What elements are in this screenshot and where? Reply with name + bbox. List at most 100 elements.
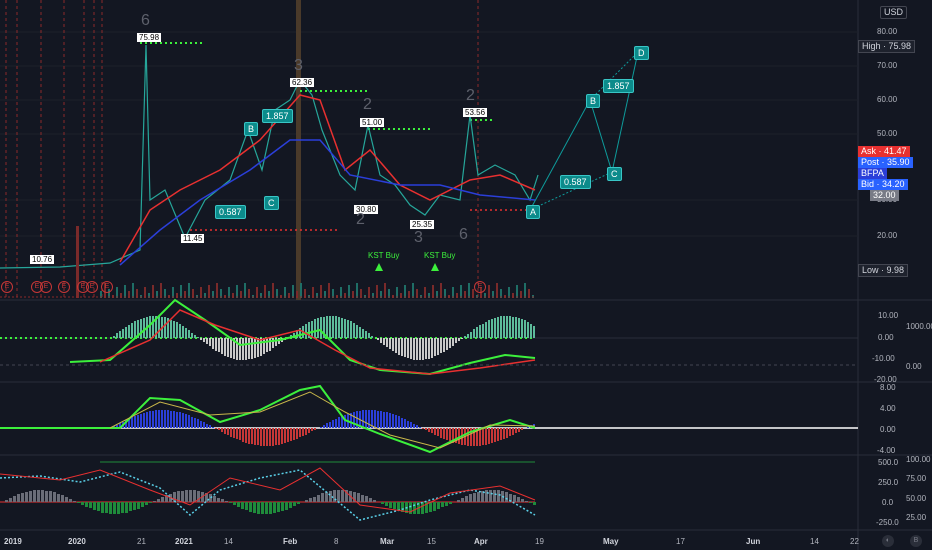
osc2-histogram-bar <box>299 428 301 437</box>
volume-bar <box>524 283 526 298</box>
volume-bar <box>312 287 314 298</box>
volume-bar <box>228 287 230 298</box>
pattern-ratio[interactable]: 1.857 <box>262 109 293 123</box>
osc1-histogram-bar <box>317 318 319 338</box>
volume-bar <box>180 285 182 298</box>
osc2-histogram-bar <box>230 428 232 437</box>
price-label: 51.00 <box>360 118 385 127</box>
osc3-histogram-bar <box>489 490 492 502</box>
osc3-histogram-bar <box>161 497 164 502</box>
osc1-histogram-bar <box>359 327 361 338</box>
osc1-histogram-bar <box>143 318 145 338</box>
osc2-histogram-bar <box>203 422 205 428</box>
osc1-histogram-bar <box>245 338 247 360</box>
earnings-marker[interactable]: E <box>1 281 13 293</box>
osc1-histogram-bar <box>113 336 115 338</box>
osc1-histogram-bar <box>443 338 445 352</box>
volume-bar <box>116 287 118 298</box>
osc3-histogram-bar <box>381 502 384 504</box>
osc3-histogram-bar <box>393 502 396 509</box>
volume-bar <box>160 283 162 298</box>
osc1-histogram-bar <box>203 338 205 342</box>
osc1-histogram-bar <box>512 317 514 338</box>
osc3-histogram-bar <box>97 502 100 511</box>
osc1-histogram-bar <box>128 325 130 338</box>
osc3-histogram-bar <box>117 502 120 514</box>
osc2-histogram-bar <box>497 428 499 441</box>
osc3-histogram-bar <box>321 493 324 502</box>
earnings-marker[interactable]: E <box>58 281 70 293</box>
osc3-histogram-bar <box>297 502 300 504</box>
osc3-histogram-bar <box>365 496 368 502</box>
osc3-histogram-bar <box>277 502 280 512</box>
osc3-histogram-bar <box>221 499 224 502</box>
osc2-histogram-bar <box>236 428 238 439</box>
volume-bar <box>396 287 398 298</box>
axis-tick: 80.00 <box>877 27 898 36</box>
osc3-histogram-bar <box>57 494 60 502</box>
osc3-histogram-bar <box>469 494 472 502</box>
osc2-histogram-bar <box>518 428 520 432</box>
osc3-histogram-bar <box>473 493 476 502</box>
osc2-histogram-bar <box>287 428 289 442</box>
pattern-ratio[interactable]: 1.857 <box>603 79 634 93</box>
osc2-histogram-bar <box>188 415 190 428</box>
osc2-histogram-bar <box>269 428 271 446</box>
chart-canvas[interactable] <box>0 0 932 550</box>
osc1-histogram-bar <box>182 326 184 338</box>
osc3-histogram-bar <box>85 502 88 507</box>
osc1-histogram-bar <box>341 318 343 338</box>
earnings-marker[interactable]: E <box>40 281 52 293</box>
pattern-ratio[interactable]: 0.587 <box>560 175 591 189</box>
osc2-histogram-bar <box>167 410 169 428</box>
osc1-histogram-bar <box>506 316 508 338</box>
earnings-marker[interactable]: E <box>101 281 113 293</box>
osc2-histogram-bar <box>251 428 253 444</box>
axis-tick: 20.00 <box>877 231 898 240</box>
currency-badge[interactable]: USD <box>880 6 908 19</box>
pattern-point-c[interactable]: C <box>264 196 279 210</box>
volume-bar <box>376 285 378 298</box>
osc2-histogram-bar <box>443 428 445 439</box>
osc1-histogram-bar <box>365 331 367 338</box>
osc1-histogram-bar <box>515 317 517 338</box>
volume-bar <box>432 285 434 298</box>
osc1-histogram-bar <box>425 338 427 359</box>
osc3-right-tick: 100.00 <box>906 455 931 464</box>
osc2-histogram-bar <box>197 419 199 428</box>
osc3-histogram-bar <box>505 492 508 502</box>
pattern-point-d[interactable]: D <box>634 46 649 60</box>
osc1-histogram-bar <box>404 338 406 357</box>
time-tick: 17 <box>676 537 685 546</box>
osc1-histogram-bar <box>122 329 124 338</box>
osc3-histogram-bar <box>5 500 8 502</box>
pattern-ratio[interactable]: 0.587 <box>215 205 246 219</box>
osc1-histogram-bar <box>398 338 400 355</box>
pattern-point-a[interactable]: A <box>526 205 541 219</box>
time-tick: Feb <box>283 537 298 546</box>
pattern-point-c[interactable]: C <box>607 167 622 181</box>
kst-buy-arrow-icon <box>375 263 383 271</box>
pattern-point-b[interactable]: B <box>586 94 601 108</box>
osc3-histogram-bar <box>233 502 236 505</box>
osc3-histogram-bar <box>121 502 124 513</box>
earnings-marker[interactable]: E <box>474 281 486 293</box>
earnings-marker[interactable]: E <box>86 281 98 293</box>
osc3-histogram-bar <box>225 501 228 502</box>
osc3-histogram-bar <box>497 490 500 502</box>
osc2-histogram-bar <box>260 428 262 446</box>
osc2-histogram-bar <box>176 412 178 428</box>
timezone-icon[interactable]: ◐ <box>882 535 894 547</box>
osc1-histogram-bar <box>311 321 313 338</box>
osc2-histogram-bar <box>494 428 496 442</box>
volume-bar <box>216 283 218 298</box>
osc2-histogram-bar <box>413 424 415 428</box>
osc2-histogram-bar <box>257 428 259 445</box>
settings-icon[interactable]: B <box>910 535 922 547</box>
pattern-point-b[interactable]: B <box>244 122 259 136</box>
volume-bar <box>508 287 510 298</box>
bid-tag: Bid · 34.20 <box>858 179 908 190</box>
volume-bar <box>340 287 342 298</box>
osc3-histogram-bar <box>33 490 36 502</box>
osc3-histogram-bar <box>109 502 112 514</box>
